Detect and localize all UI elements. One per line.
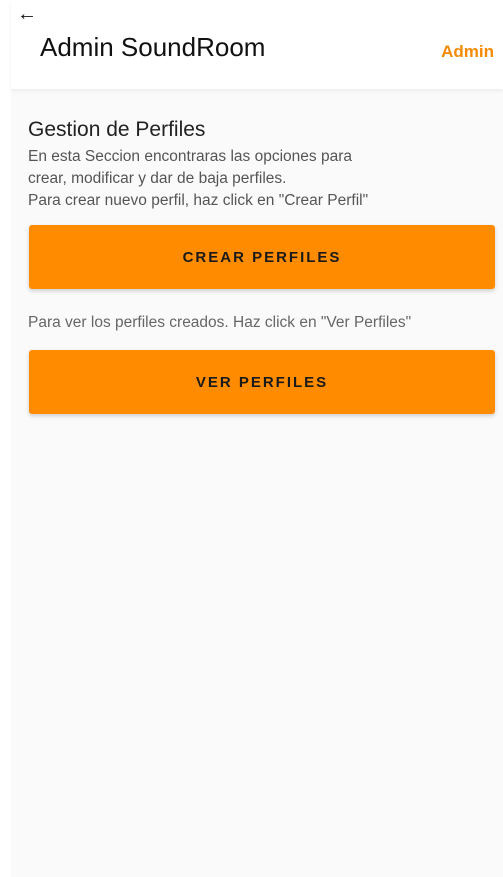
view-profiles-note: Para ver los perfiles creados. Haz click… — [28, 314, 412, 331]
user-role-label[interactable]: Admin — [441, 42, 494, 62]
page-title: Admin SoundRoom — [40, 32, 266, 62]
app-screen: ← Admin SoundRoom Admin Gestion de Perfi… — [11, 0, 503, 877]
app-header: ← Admin SoundRoom Admin — [11, 0, 503, 89]
main-content: Gestion de Perfiles En esta Seccion enco… — [11, 118, 503, 414]
view-profiles-button[interactable]: VER PERFILES — [29, 350, 495, 414]
description-line: Para crear nuevo perfil, haz click en "C… — [28, 192, 369, 209]
create-profiles-button[interactable]: CREAR PERFILES — [29, 225, 495, 289]
description-line: crear, modificar y dar de baja perfiles. — [28, 170, 287, 187]
section-description: En esta Seccion encontraras las opciones… — [28, 146, 503, 212]
description-line: En esta Seccion encontraras las opciones… — [28, 148, 352, 165]
section-title: Gestion de Perfiles — [28, 118, 206, 141]
back-arrow-icon[interactable]: ← — [17, 4, 37, 24]
